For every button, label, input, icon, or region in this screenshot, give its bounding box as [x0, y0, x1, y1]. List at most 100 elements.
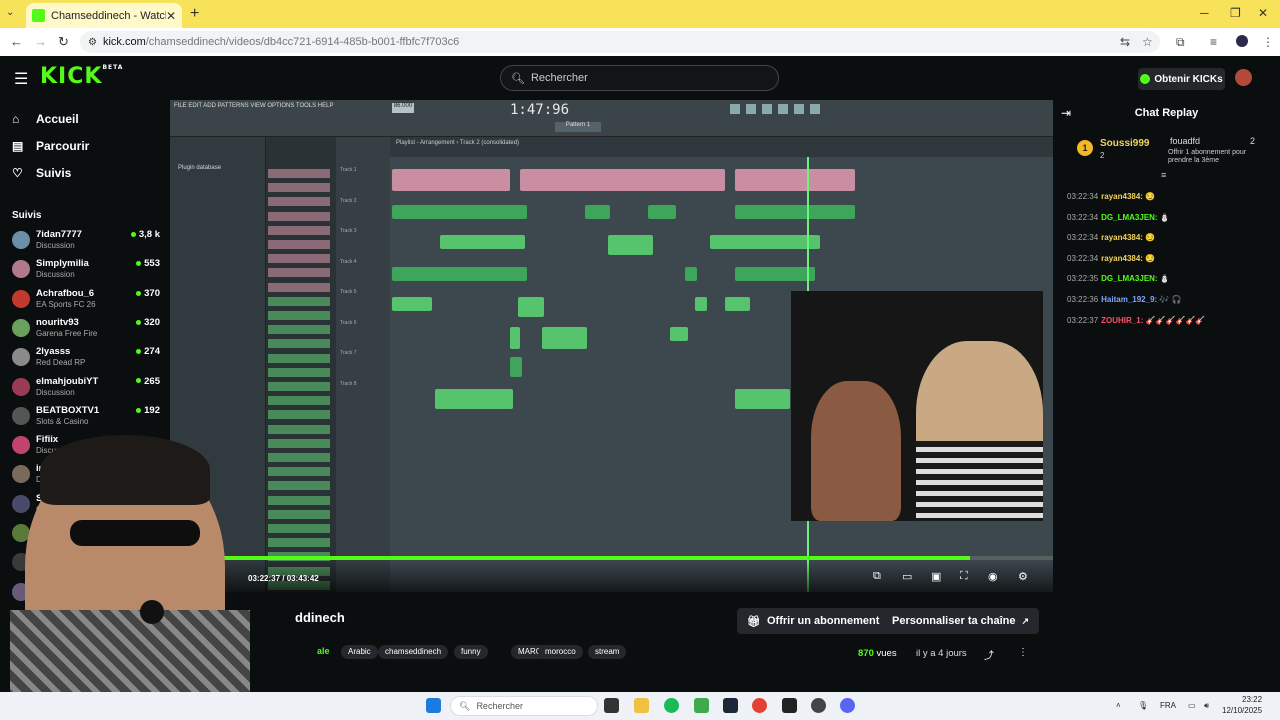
- translate-icon[interactable]: ⇆: [1120, 35, 1130, 49]
- channel-name: elmahjoubiYT: [36, 375, 99, 387]
- sidebar-channel[interactable]: Simplymilia Discussion 553: [12, 256, 162, 284]
- volume-icon[interactable]: 🔊︎: [1204, 701, 1209, 711]
- minimize-icon[interactable]: ─: [1200, 6, 1209, 20]
- xbox-app-icon[interactable]: [694, 698, 709, 713]
- chat-username[interactable]: rayan4384:: [1101, 192, 1143, 201]
- chrome-icon[interactable]: [752, 698, 767, 713]
- chat-title: Chat Replay: [1134, 107, 1199, 119]
- clock-time: 23:22: [1242, 695, 1263, 704]
- language-indicator[interactable]: FRA: [1160, 701, 1176, 710]
- chat-timestamp: 03:22:34: [1067, 192, 1099, 201]
- browser-tab[interactable]: Chamseddinech - Watch the VO ✕: [26, 3, 182, 28]
- chat-username[interactable]: ZOUHIR_1:: [1101, 316, 1143, 325]
- site-info-icon[interactable]: ⚙: [88, 37, 97, 48]
- hamburger-menu-icon[interactable]: ☰: [14, 69, 28, 89]
- video-player[interactable]: FILE EDIT ADD PATTERNS VIEW OPTIONS TOOL…: [170, 100, 1053, 592]
- back-icon[interactable]: ←: [10, 34, 23, 49]
- task-view-icon[interactable]: [604, 698, 619, 713]
- sidebar-channel[interactable]: BEATBOXTV1 Slots & Casino 192: [12, 403, 162, 431]
- search-input[interactable]: 🔍︎ Rechercher: [500, 65, 779, 91]
- gift-subscription-label: Offrir un abonnement: [766, 615, 880, 627]
- fullscreen-icon[interactable]: ⛶: [960, 570, 968, 583]
- browse-icon: ▤: [12, 139, 24, 153]
- daw-track-name: Track 2: [340, 197, 357, 204]
- sidebar-nav-home[interactable]: ⌂ Accueil: [12, 112, 79, 126]
- tag-chip[interactable]: morocco: [538, 645, 583, 659]
- category-link[interactable]: ale: [317, 646, 330, 656]
- sidebar-nav-browse[interactable]: ▤ Parcourir: [12, 139, 89, 153]
- chat-username[interactable]: Haitam_192_9:: [1101, 295, 1157, 304]
- close-window-icon[interactable]: ✕: [1258, 6, 1268, 20]
- sidebar-channel[interactable]: Achrafbou_6 EA Sports FC 26 370: [12, 286, 162, 314]
- taskbar-search[interactable]: 🔍︎ Rechercher: [450, 696, 598, 716]
- terminal-icon[interactable]: [782, 698, 797, 713]
- reload-icon[interactable]: ↻: [58, 34, 69, 50]
- discord-icon[interactable]: [840, 698, 855, 713]
- daw-toolbar: FILE EDIT ADD PATTERNS VIEW OPTIONS TOOL…: [170, 100, 1053, 137]
- audio-clip: [440, 235, 525, 249]
- get-kicks-button[interactable]: Obtenir KICKs: [1138, 68, 1225, 90]
- network-icon[interactable]: ▭: [1188, 701, 1196, 710]
- settings-gear-icon[interactable]: ⚙: [1018, 570, 1028, 583]
- chat-username[interactable]: DG_LMA3JEN:: [1101, 213, 1157, 222]
- bookmark-star-icon[interactable]: ☆: [1142, 35, 1153, 49]
- chat-username[interactable]: DG_LMA3JEN:: [1101, 274, 1157, 283]
- clip-icon[interactable]: ⧉: [873, 570, 881, 583]
- chat-username[interactable]: rayan4384:: [1101, 254, 1143, 263]
- close-tab-icon[interactable]: ✕: [166, 9, 176, 23]
- kick-logo[interactable]: KICKBETA: [40, 64, 123, 89]
- share-icon[interactable]: ⤴: [984, 647, 994, 662]
- url-field[interactable]: ⚙ kick.com/chamseddinech/videos/db4cc721…: [80, 31, 1160, 53]
- channel-avatar: [12, 260, 30, 279]
- browser-tab-bar: ⌄ Chamseddinech - Watch the VO ✕ + ─ ❐ ✕: [0, 0, 1280, 28]
- sidebar-channel[interactable]: nouritv93 Garena Free Fire 320: [12, 315, 162, 343]
- daw-clip-item: [268, 353, 330, 363]
- taskbar-clock[interactable]: 23:22 12/10/2025: [1222, 694, 1262, 716]
- top-gifter-name: Soussi999: [1100, 138, 1150, 149]
- daw-bpm: 86.000: [392, 103, 414, 113]
- profile-avatar[interactable]: [1236, 35, 1248, 47]
- channel-category: Discussion: [36, 270, 75, 280]
- tray-overflow-icon[interactable]: ˄: [1116, 701, 1121, 710]
- pip-icon[interactable]: ▣: [931, 570, 941, 583]
- gift-prompt[interactable]: Offrir 1 abonnement pour prendre la 3ème: [1168, 149, 1268, 165]
- streamer-name[interactable]: ddinech: [295, 610, 345, 625]
- forward-icon[interactable]: →: [34, 34, 47, 49]
- views-number: 870: [858, 648, 874, 659]
- user-avatar[interactable]: [1235, 69, 1252, 86]
- windows-start-icon[interactable]: [426, 698, 441, 713]
- audio-clip: [435, 389, 513, 409]
- tag-chip[interactable]: chamseddinech: [378, 645, 449, 659]
- file-explorer-icon[interactable]: [634, 698, 649, 713]
- chat-username[interactable]: rayan4384:: [1101, 233, 1143, 242]
- app-icon[interactable]: [811, 698, 826, 713]
- maximize-icon[interactable]: ❐: [1230, 6, 1241, 20]
- sidebar-channel[interactable]: elmahjoubiYT Discussion 265: [12, 374, 162, 402]
- gift-subscription-button[interactable]: 🎁︎ Offrir un abonnement: [737, 608, 890, 634]
- sidebar-channel[interactable]: 7idan7777 Discussion 3,8 k: [12, 227, 162, 255]
- channel-name: nouritv93: [36, 316, 79, 328]
- spotify-icon[interactable]: [664, 698, 679, 713]
- tag-chip[interactable]: funny: [454, 645, 488, 659]
- theatre-icon[interactable]: ▭: [902, 570, 912, 583]
- customize-channel-button[interactable]: Personnaliser ta chaîne ↗: [882, 608, 1040, 634]
- extensions-icon[interactable]: ⧉: [1176, 35, 1185, 50]
- cast-icon[interactable]: ◉: [988, 570, 998, 583]
- heart-icon: ♡: [12, 166, 23, 180]
- sidebar-channel[interactable]: 2lyasss Red Dead RP 274: [12, 344, 162, 372]
- more-options-icon[interactable]: ⋮: [1018, 647, 1028, 658]
- steam-icon[interactable]: [723, 698, 738, 713]
- expand-list-icon[interactable]: ≡: [1161, 170, 1166, 180]
- tab-search-chevron-icon[interactable]: ⌄: [6, 7, 14, 18]
- daw-clip-item: [268, 467, 330, 477]
- daw-clip-item: [268, 453, 330, 462]
- new-tab-icon[interactable]: +: [190, 5, 199, 23]
- mic-tray-icon[interactable]: 🎙︎: [1138, 701, 1148, 710]
- daw-track-name: Track 4: [340, 258, 357, 265]
- get-kicks-label: Obtenir KICKs: [1154, 73, 1223, 85]
- tag-chip[interactable]: Arabic: [341, 645, 378, 659]
- sidebar-nav-following[interactable]: ♡ Suivis: [12, 166, 71, 180]
- tag-chip[interactable]: stream: [588, 645, 627, 659]
- browser-menu-icon[interactable]: ⋮: [1262, 35, 1274, 49]
- media-icon[interactable]: ≡: [1210, 35, 1217, 49]
